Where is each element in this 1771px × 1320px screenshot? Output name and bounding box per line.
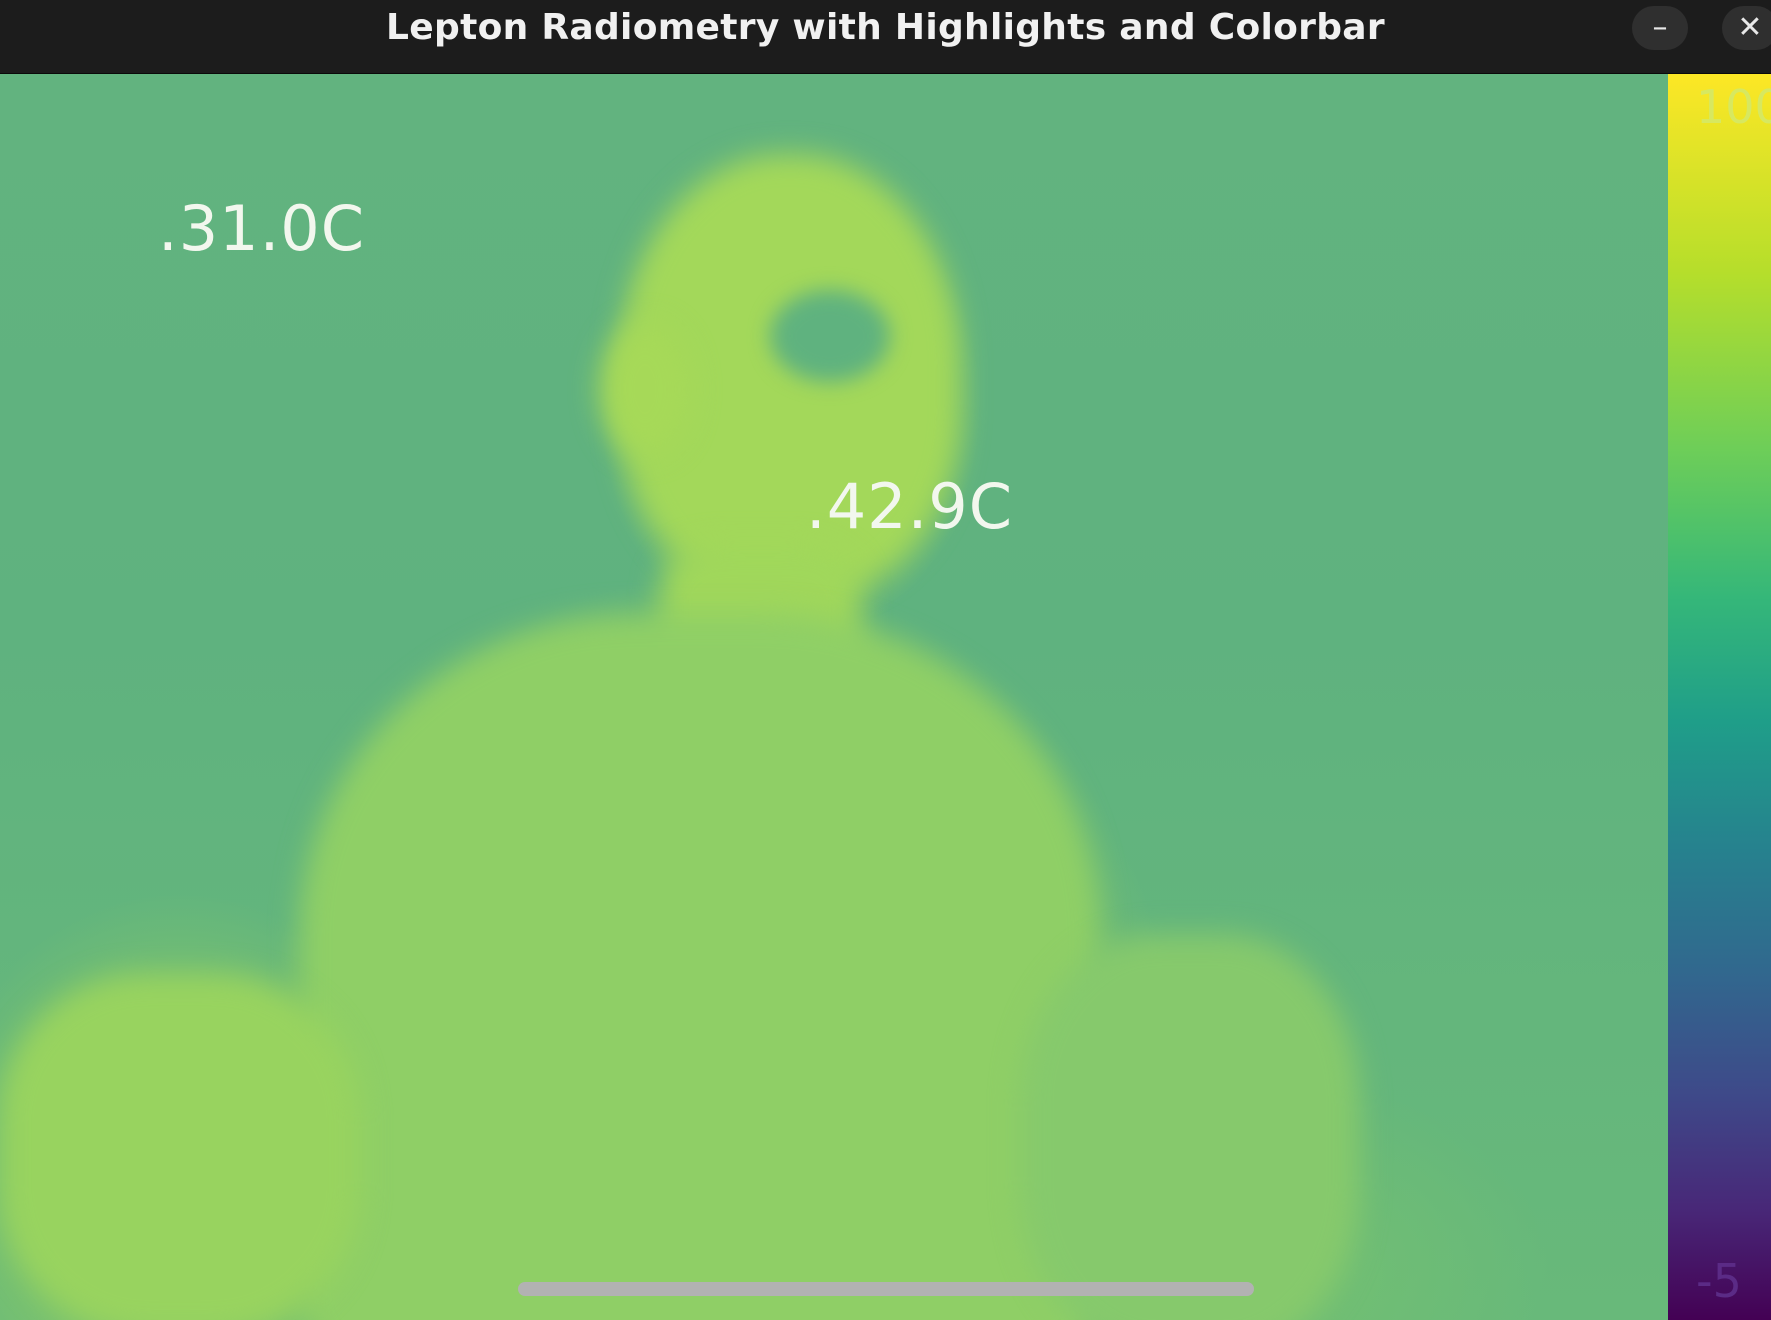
minimize-icon: –	[1652, 10, 1668, 45]
colorbar: 100 -5	[1668, 74, 1771, 1320]
thermal-right-arm	[1020, 934, 1360, 1320]
thermal-ear	[600, 324, 690, 454]
thermal-torso	[300, 614, 1100, 1320]
min-temperature-label: .31.0C	[158, 192, 366, 265]
thermal-image: .31.0C .42.9C	[0, 74, 1668, 1320]
app-window: Lepton Radiometry with Highlights and Co…	[0, 0, 1771, 1320]
window-title: Lepton Radiometry with Highlights and Co…	[386, 7, 1385, 48]
thermal-left-arm	[0, 974, 360, 1320]
horizontal-scrollbar-handle[interactable]	[518, 1282, 1254, 1296]
minimize-button[interactable]: –	[1632, 6, 1688, 50]
colorbar-min-label: -5	[1696, 1254, 1742, 1308]
close-button[interactable]: ✕	[1722, 6, 1771, 50]
colorbar-max-label: 100	[1696, 80, 1771, 134]
close-icon: ✕	[1737, 10, 1763, 45]
max-temperature-label: .42.9C	[806, 470, 1014, 543]
thermal-eye-cool-spot	[770, 290, 890, 382]
title-bar[interactable]: Lepton Radiometry with Highlights and Co…	[0, 0, 1771, 74]
